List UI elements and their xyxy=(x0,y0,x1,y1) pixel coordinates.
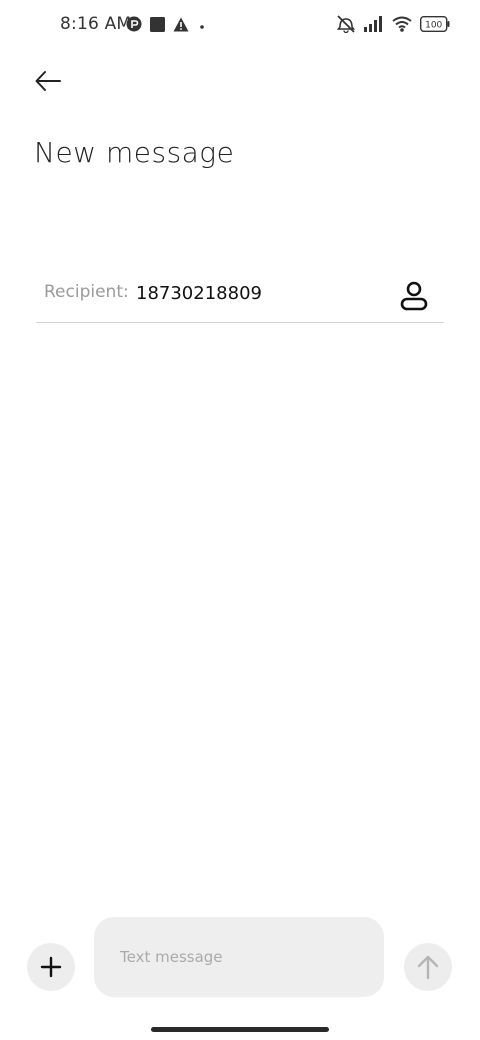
mute-icon xyxy=(336,15,356,37)
wifi-icon xyxy=(392,16,412,36)
recipient-row: Recipient: xyxy=(36,270,444,323)
warning-icon xyxy=(173,17,189,36)
message-input[interactable] xyxy=(120,943,360,971)
contact-person-icon xyxy=(400,281,428,311)
dot-icon xyxy=(197,17,207,36)
back-arrow-icon xyxy=(35,71,61,91)
signal-icon xyxy=(364,16,384,36)
page-title: New message xyxy=(34,136,235,169)
contact-picker-button[interactable] xyxy=(398,278,430,314)
plus-icon xyxy=(40,956,62,978)
message-box xyxy=(94,917,384,997)
send-arrow-up-icon xyxy=(417,955,439,980)
status-bar: 8:16 AM 100 xyxy=(0,0,480,52)
recipient-label: Recipient: xyxy=(44,282,129,302)
status-right-icons: 100 xyxy=(336,15,450,37)
battery-level: 100 xyxy=(425,21,442,31)
recipient-input[interactable] xyxy=(136,276,376,310)
send-button[interactable] xyxy=(404,943,452,991)
app-notification-icon xyxy=(126,16,142,36)
status-left-icons xyxy=(126,16,207,36)
square-notification-icon xyxy=(150,16,165,36)
add-attachment-button[interactable] xyxy=(27,943,75,991)
battery-icon: 100 xyxy=(419,15,450,36)
home-indicator[interactable] xyxy=(151,1027,329,1032)
back-button[interactable] xyxy=(30,63,66,99)
status-time: 8:16 AM xyxy=(60,14,132,34)
